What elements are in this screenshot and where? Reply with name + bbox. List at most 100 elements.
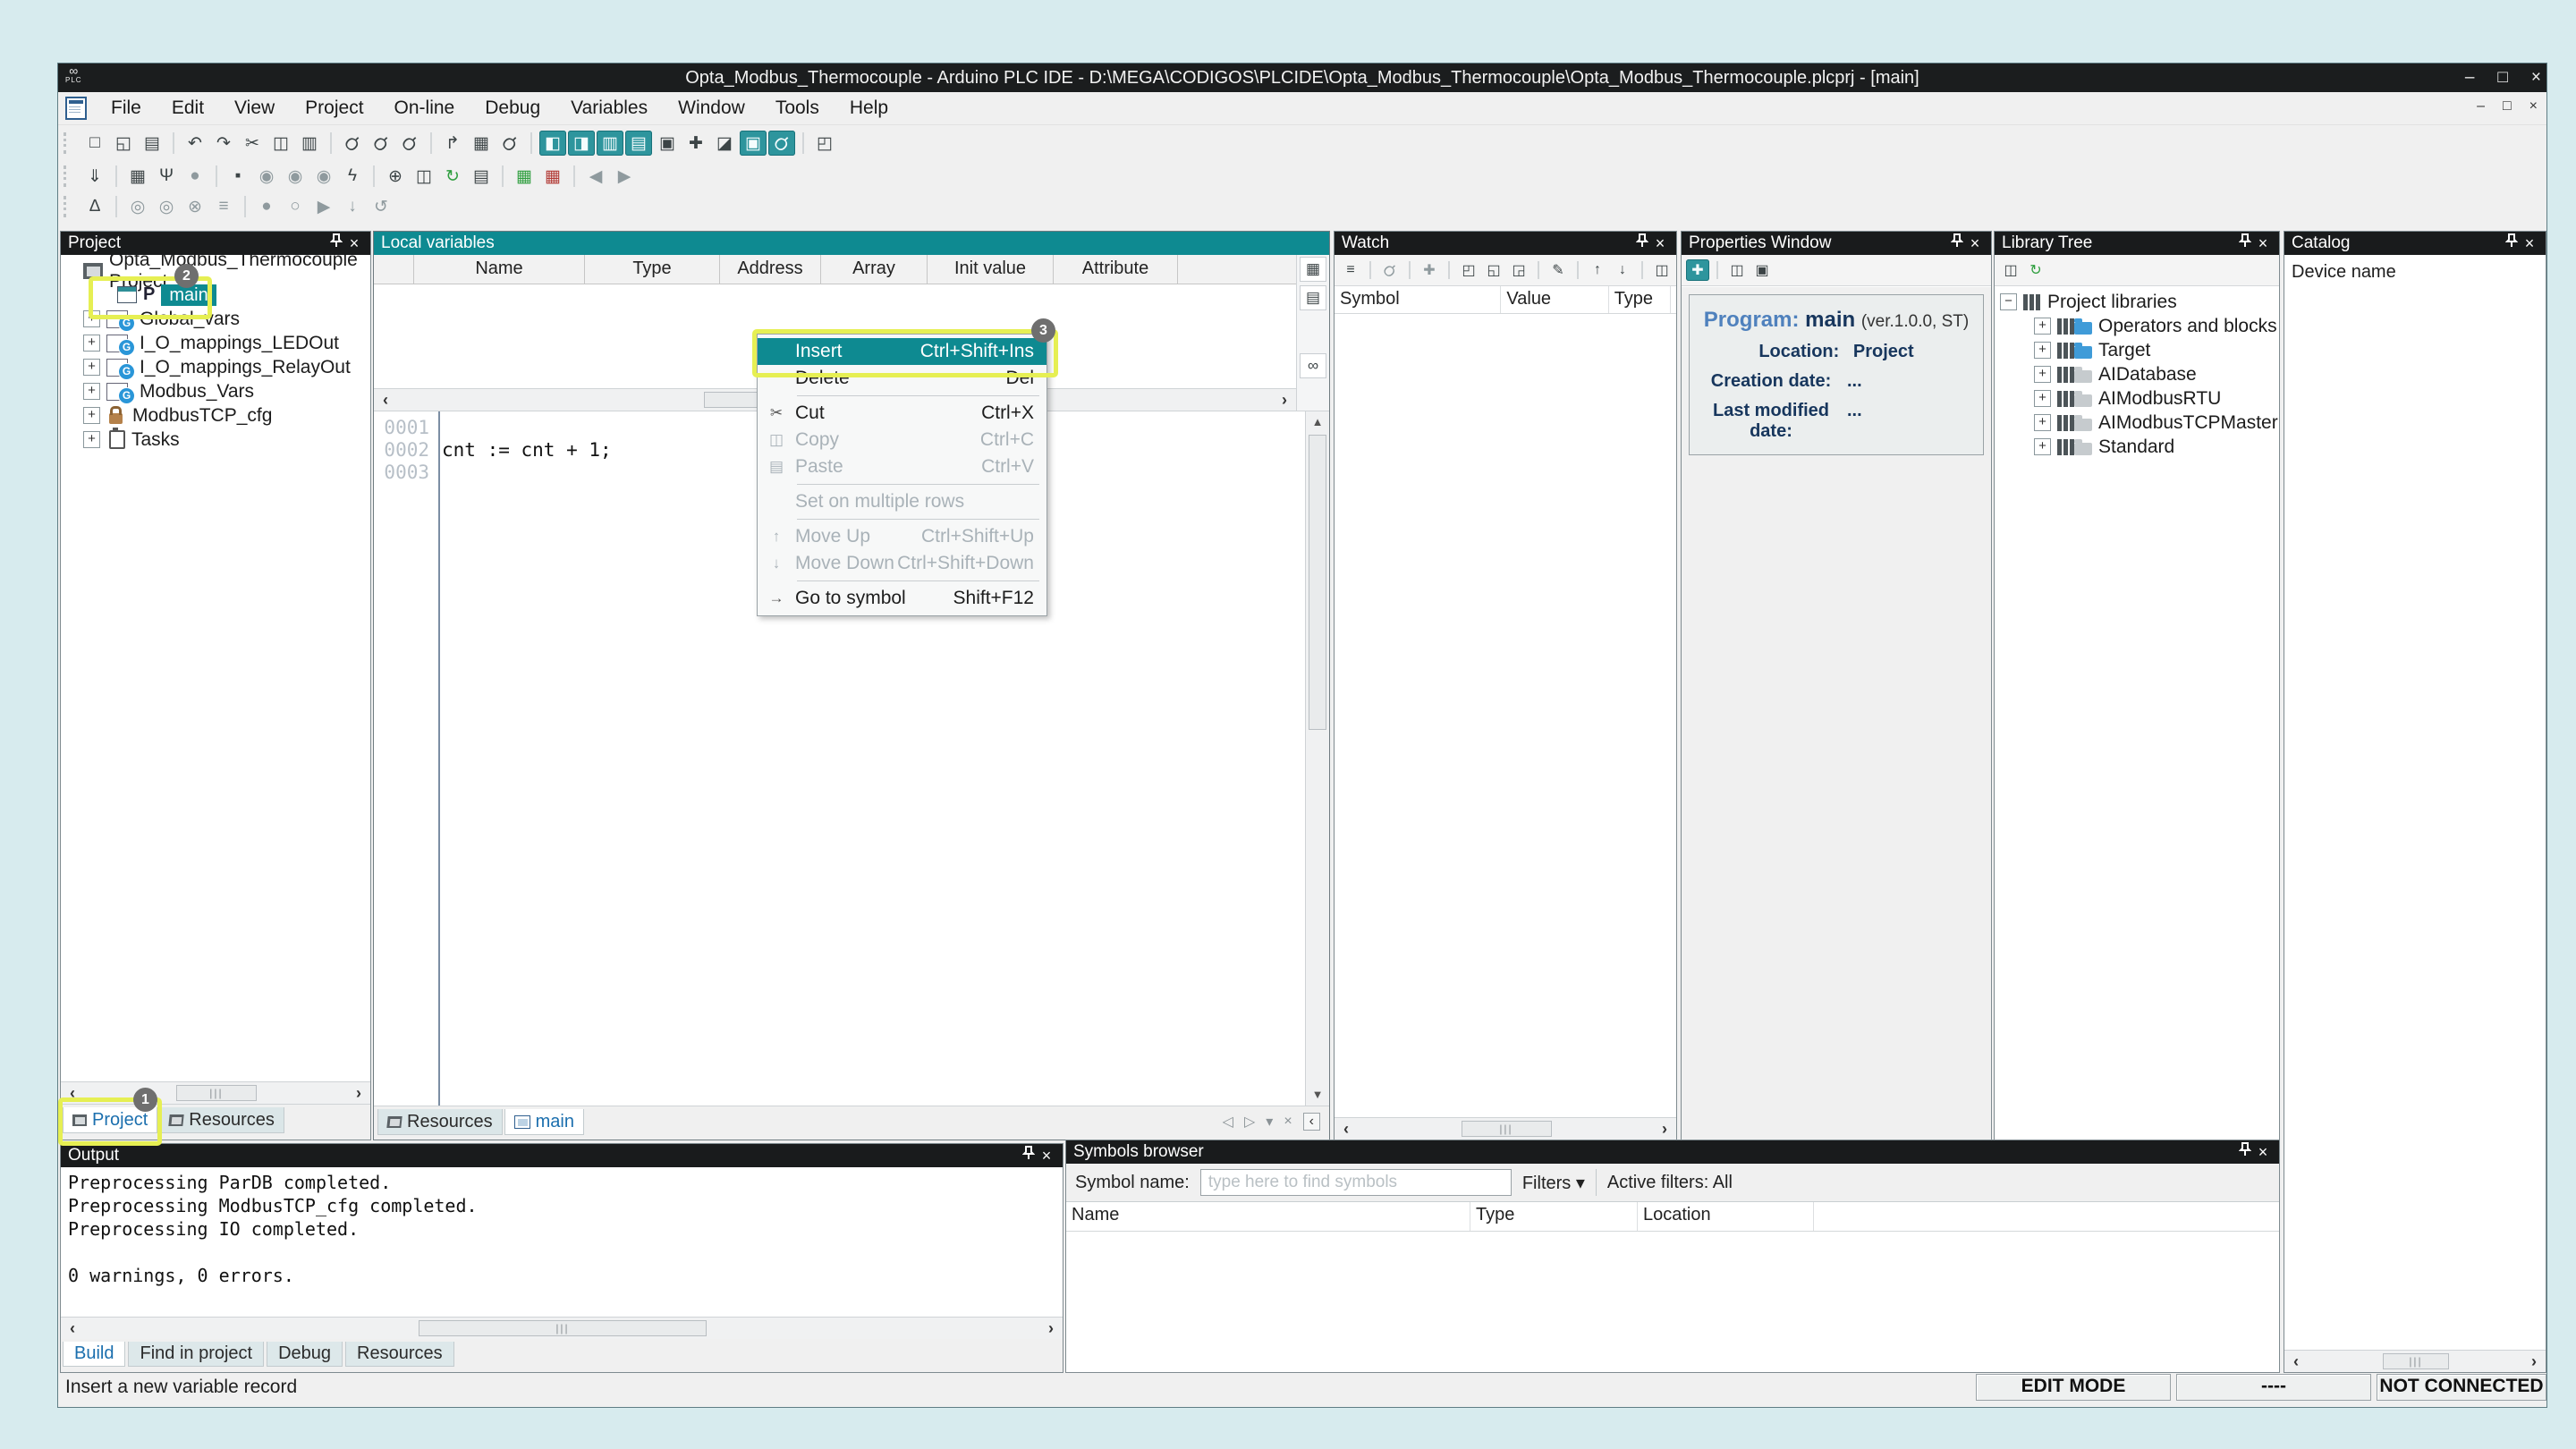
toolbar-grip[interactable] <box>64 196 73 217</box>
new-project-icon[interactable]: □ <box>81 131 108 156</box>
expand-icon[interactable]: + <box>2034 438 2051 455</box>
step-into-icon[interactable]: ↓ <box>339 194 366 219</box>
tab-next-icon[interactable]: ▷ <box>1244 1113 1255 1131</box>
list-view-icon[interactable]: ▤ <box>1300 285 1326 310</box>
context-menu-item[interactable]: Set on multiple rows <box>758 488 1046 515</box>
properties-print-icon[interactable]: ◫ <box>1725 259 1749 281</box>
remote-mouse-icon[interactable]: ● <box>182 164 208 189</box>
menu-item[interactable]: Variables <box>555 92 663 124</box>
step-out-icon[interactable]: ↺ <box>368 194 394 219</box>
column-header[interactable]: Init value <box>928 255 1054 284</box>
download-code-icon[interactable]: ⇓ <box>81 164 108 189</box>
output-tab[interactable]: Build <box>63 1342 125 1367</box>
expand-icon[interactable]: + <box>83 359 100 376</box>
output-tab[interactable]: Resources <box>345 1342 454 1367</box>
open-project-icon[interactable]: ◱ <box>110 131 137 156</box>
plug-connect-icon[interactable]: Ψ <box>153 164 180 189</box>
watch-clear-icon[interactable]: ✎ <box>1546 259 1570 281</box>
paste-icon[interactable]: ▥ <box>296 131 323 156</box>
filters-button[interactable]: Filters ▾ <box>1522 1172 1585 1194</box>
scroll-right-icon[interactable] <box>1273 391 1296 410</box>
scroll-right-icon[interactable] <box>1039 1319 1063 1338</box>
output-hscrollbar[interactable]: ||| <box>61 1317 1063 1339</box>
save-project-icon[interactable]: ▤ <box>139 131 165 156</box>
library-sync-icon[interactable]: ↻ <box>2024 259 2047 281</box>
menu-item[interactable]: View <box>219 92 290 124</box>
grid-insert-icon[interactable]: ▦ <box>511 164 538 189</box>
find-next-icon[interactable]: Ϙ <box>368 131 394 156</box>
library-item[interactable]: + AIDatabase <box>2000 362 2279 386</box>
library-item[interactable]: + Operators and blocks <box>2000 314 2279 338</box>
toggle-output-window-icon[interactable]: ◪ <box>711 131 738 156</box>
watch-glasses-icon[interactable]: ∞ <box>1300 353 1326 378</box>
tree-item[interactable]: + Modbus_Vars <box>66 379 370 403</box>
watch-hscrollbar[interactable]: ||| <box>1335 1117 1676 1140</box>
pin-icon[interactable] <box>1020 1146 1038 1165</box>
step-list-icon[interactable]: ≡ <box>210 194 237 219</box>
watch-move-up-icon[interactable]: ↑ <box>1586 259 1609 281</box>
tab-editor-resources[interactable]: Resources <box>377 1109 503 1135</box>
close-icon[interactable]: × <box>2531 68 2541 88</box>
menu-item[interactable]: Debug <box>470 92 555 124</box>
grid-delete-icon[interactable]: ▦ <box>539 164 566 189</box>
scroll-down-icon[interactable]: ▼ <box>1306 1084 1329 1106</box>
column-header[interactable]: Array <box>821 255 928 284</box>
context-menu-item[interactable]: Insert Ctrl+Shift+Ins <box>758 338 1046 365</box>
output-tab[interactable]: Find in project <box>128 1342 264 1367</box>
tab-prev-icon[interactable]: ◁ <box>1223 1113 1233 1131</box>
navigate-forward-icon[interactable]: ▶ <box>611 164 638 189</box>
document-icon[interactable] <box>65 97 87 120</box>
tab-list-icon[interactable]: ▾ <box>1266 1113 1273 1131</box>
compile-core3-icon[interactable]: ◉ <box>310 164 337 189</box>
fullscreen-icon[interactable]: ◰ <box>811 131 838 156</box>
pin-icon[interactable] <box>327 233 345 253</box>
close-panel-icon[interactable] <box>2521 234 2538 253</box>
stop-icon[interactable]: ▪ <box>225 164 251 189</box>
copy-icon[interactable]: ◫ <box>267 131 294 156</box>
watch-open-icon[interactable]: ◱ <box>1482 259 1505 281</box>
expand-icon[interactable]: + <box>83 431 100 448</box>
tree-item[interactable]: + ModbusTCP_cfg <box>66 403 370 428</box>
column-header[interactable]: Location <box>1638 1202 1814 1231</box>
expand-icon[interactable]: + <box>83 383 100 400</box>
globe-window-icon[interactable]: ⊕ <box>382 164 409 189</box>
scroll-right-icon[interactable] <box>1653 1120 1676 1139</box>
scroll-right-icon[interactable] <box>2522 1352 2546 1371</box>
column-header[interactable]: Symbol <box>1335 286 1501 313</box>
expand-icon[interactable]: + <box>2034 342 2051 359</box>
watch-save-icon[interactable]: ◰ <box>1457 259 1480 281</box>
menu-item[interactable]: On-line <box>379 92 470 124</box>
context-menu-item[interactable]: ✂ Cut Ctrl+X <box>758 400 1046 427</box>
simulation-icon[interactable]: ∆ <box>81 194 108 219</box>
build-log[interactable]: Preprocessing ParDB completed. Preproces… <box>61 1167 1063 1317</box>
symbols-body[interactable] <box>1066 1232 2279 1372</box>
properties-refresh-icon[interactable]: ✚ <box>1686 259 1709 281</box>
scroll-up-icon[interactable]: ▲ <box>1306 411 1329 433</box>
expand-icon[interactable]: + <box>2034 414 2051 431</box>
column-header[interactable]: Name <box>414 255 585 284</box>
expand-icon[interactable]: + <box>2034 318 2051 335</box>
pin-icon[interactable] <box>1633 233 1651 253</box>
mdi-close-icon[interactable]: × <box>2529 98 2538 114</box>
tab-close-icon[interactable]: × <box>1284 1114 1292 1130</box>
catalog-hscrollbar[interactable]: ||| <box>2284 1350 2546 1372</box>
undo-icon[interactable]: ↶ <box>182 131 208 156</box>
close-panel-icon[interactable] <box>1651 234 1669 253</box>
close-panel-icon[interactable] <box>2254 234 2272 253</box>
toggle-text-window-icon[interactable]: ▣ <box>740 131 767 156</box>
watch-windows-icon[interactable]: ◫ <box>1650 259 1674 281</box>
compile-core1-icon[interactable]: ◉ <box>253 164 280 189</box>
tab-editor-main[interactable]: main <box>504 1109 584 1135</box>
context-menu-item[interactable]: ↑ Move Up Ctrl+Shift+Up <box>758 523 1046 550</box>
editor-vscrollbar[interactable]: ▲ ▼ <box>1305 411 1329 1106</box>
run-document-icon[interactable]: ◎ <box>153 194 180 219</box>
watch-list-icon[interactable]: ≡ <box>1339 259 1362 281</box>
pin-icon[interactable] <box>2236 1142 2254 1162</box>
collapse-icon[interactable]: − <box>2000 293 2017 310</box>
expand-icon[interactable]: + <box>2034 390 2051 407</box>
compile-core2-icon[interactable]: ◉ <box>282 164 309 189</box>
menu-item[interactable]: Help <box>835 92 903 124</box>
watch-open-add-icon[interactable]: ◲ <box>1507 259 1530 281</box>
watch-body[interactable] <box>1335 314 1676 1117</box>
breakpoint-clear-icon[interactable]: ○ <box>282 194 309 219</box>
